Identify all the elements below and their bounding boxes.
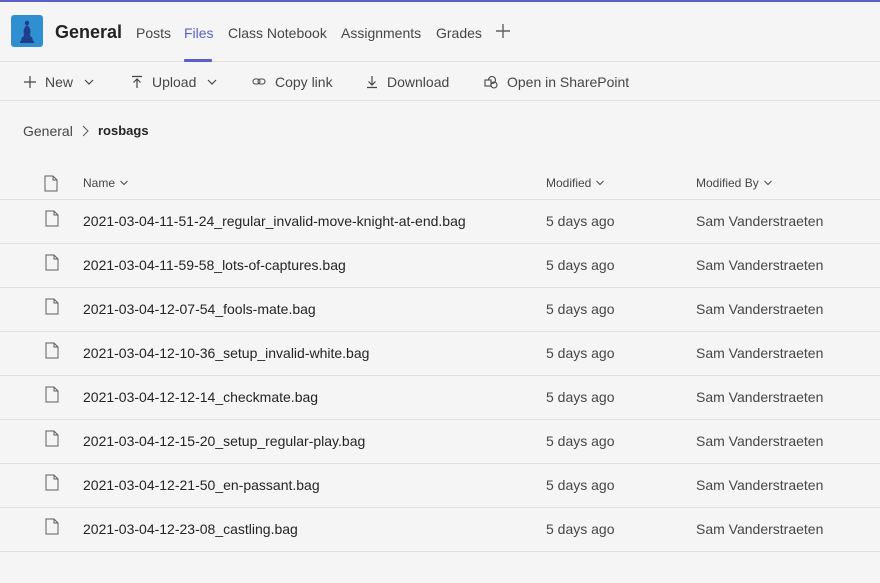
column-header-modified-label: Modified [546,176,592,190]
sharepoint-icon [484,75,498,89]
modified-date: 5 days ago [546,301,615,317]
column-header-name-label: Name [83,176,116,190]
chevron-down-icon [207,79,217,85]
modified-date: 5 days ago [546,477,615,493]
table-row[interactable]: 2021-03-04-12-23-08_castling.bag 5 days … [0,508,880,552]
tab-posts[interactable]: Posts [136,24,171,42]
channel-header: General Posts Files Class Notebook Assig… [0,2,880,62]
tab-grades[interactable]: Grades [436,24,482,42]
file-name[interactable]: 2021-03-04-12-10-36_setup_invalid-white.… [83,345,369,362]
add-tab-button[interactable] [494,22,512,40]
modified-date: 5 days ago [546,433,615,449]
table-row[interactable]: 2021-03-04-11-59-58_lots-of-captures.bag… [0,244,880,288]
channel-title: General [55,22,123,42]
breadcrumb-current: rosbags [98,123,149,138]
file-name[interactable]: 2021-03-04-12-15-20_setup_regular-play.b… [83,433,365,450]
command-bar: New Upload Copy link Download Open in Sh… [0,63,880,101]
modified-by: Sam Vanderstraeten [696,345,824,361]
download-label: Download [387,74,450,90]
file-icon [45,342,59,359]
column-header-modified-by[interactable]: Modified By [696,176,773,190]
chevron-down-icon [120,180,128,186]
breadcrumb-root[interactable]: General [23,123,73,139]
open-in-sharepoint-label: Open in SharePoint [507,74,630,90]
modified-by: Sam Vanderstraeten [696,389,824,405]
column-header-modified-by-label: Modified By [696,176,759,190]
chevron-down-icon [763,180,772,186]
table-row[interactable]: 2021-03-04-12-07-54_fools-mate.bag 5 day… [0,288,880,332]
file-icon [45,430,59,447]
chevron-down-icon [596,180,605,186]
chevron-down-icon [84,79,94,85]
modified-date: 5 days ago [546,345,615,361]
file-icon [45,474,59,491]
modified-date: 5 days ago [546,521,615,537]
new-label: New [45,74,74,90]
file-name[interactable]: 2021-03-04-12-07-54_fools-mate.bag [83,301,316,318]
table-row[interactable]: 2021-03-04-12-10-36_setup_invalid-white.… [0,332,880,376]
modified-by: Sam Vanderstraeten [696,433,824,449]
file-icon [45,518,59,535]
table-row[interactable]: 2021-03-04-12-15-20_setup_regular-play.b… [0,420,880,464]
modified-by: Sam Vanderstraeten [696,301,824,317]
link-icon [252,78,266,85]
file-name[interactable]: 2021-03-04-11-59-58_lots-of-captures.bag [83,257,346,274]
modified-by: Sam Vanderstraeten [696,257,824,273]
table-row[interactable]: 2021-03-04-12-21-50_en-passant.bag 5 day… [0,464,880,508]
table-row[interactable]: 2021-03-04-11-51-24_regular_invalid-move… [0,200,880,244]
new-button[interactable]: New [23,63,103,101]
column-header-modified[interactable]: Modified [546,176,605,190]
file-list-header: Name Modified Modified By [0,166,880,200]
tab-class-notebook[interactable]: Class Notebook [228,24,327,42]
download-icon [367,76,377,89]
modified-date: 5 days ago [546,257,615,273]
plus-icon [24,76,36,88]
active-tab-indicator [184,59,212,62]
file-icon [45,386,59,403]
column-header-name[interactable]: Name [83,176,129,190]
copy-link-button[interactable]: Copy link [252,63,333,101]
download-button[interactable]: Download [365,63,449,101]
file-name[interactable]: 2021-03-04-12-23-08_castling.bag [83,521,298,538]
modified-by: Sam Vanderstraeten [696,477,824,493]
upload-label: Upload [152,74,197,90]
copy-link-label: Copy link [275,74,333,90]
file-name[interactable]: 2021-03-04-11-51-24_regular_invalid-move… [83,213,466,230]
file-icon [45,254,59,271]
team-logo[interactable] [11,15,43,47]
tab-assignments[interactable]: Assignments [341,24,421,42]
file-icon [45,210,59,227]
plus-icon [496,24,510,38]
chevron-right-icon [82,125,89,137]
file-icon [45,298,59,315]
chess-bishop-icon [20,20,34,43]
file-type-icon[interactable] [44,175,58,192]
open-in-sharepoint-button[interactable]: Open in SharePoint [484,63,629,101]
modified-by: Sam Vanderstraeten [696,213,824,229]
tab-files[interactable]: Files [184,24,214,42]
modified-date: 5 days ago [546,389,615,405]
table-row[interactable]: 2021-03-04-12-12-14_checkmate.bag 5 days… [0,376,880,420]
file-name[interactable]: 2021-03-04-12-21-50_en-passant.bag [83,477,320,494]
modified-date: 5 days ago [546,213,615,229]
modified-by: Sam Vanderstraeten [696,521,824,537]
file-name[interactable]: 2021-03-04-12-12-14_checkmate.bag [83,389,318,406]
upload-icon [132,75,142,88]
upload-button[interactable]: Upload [130,63,226,101]
